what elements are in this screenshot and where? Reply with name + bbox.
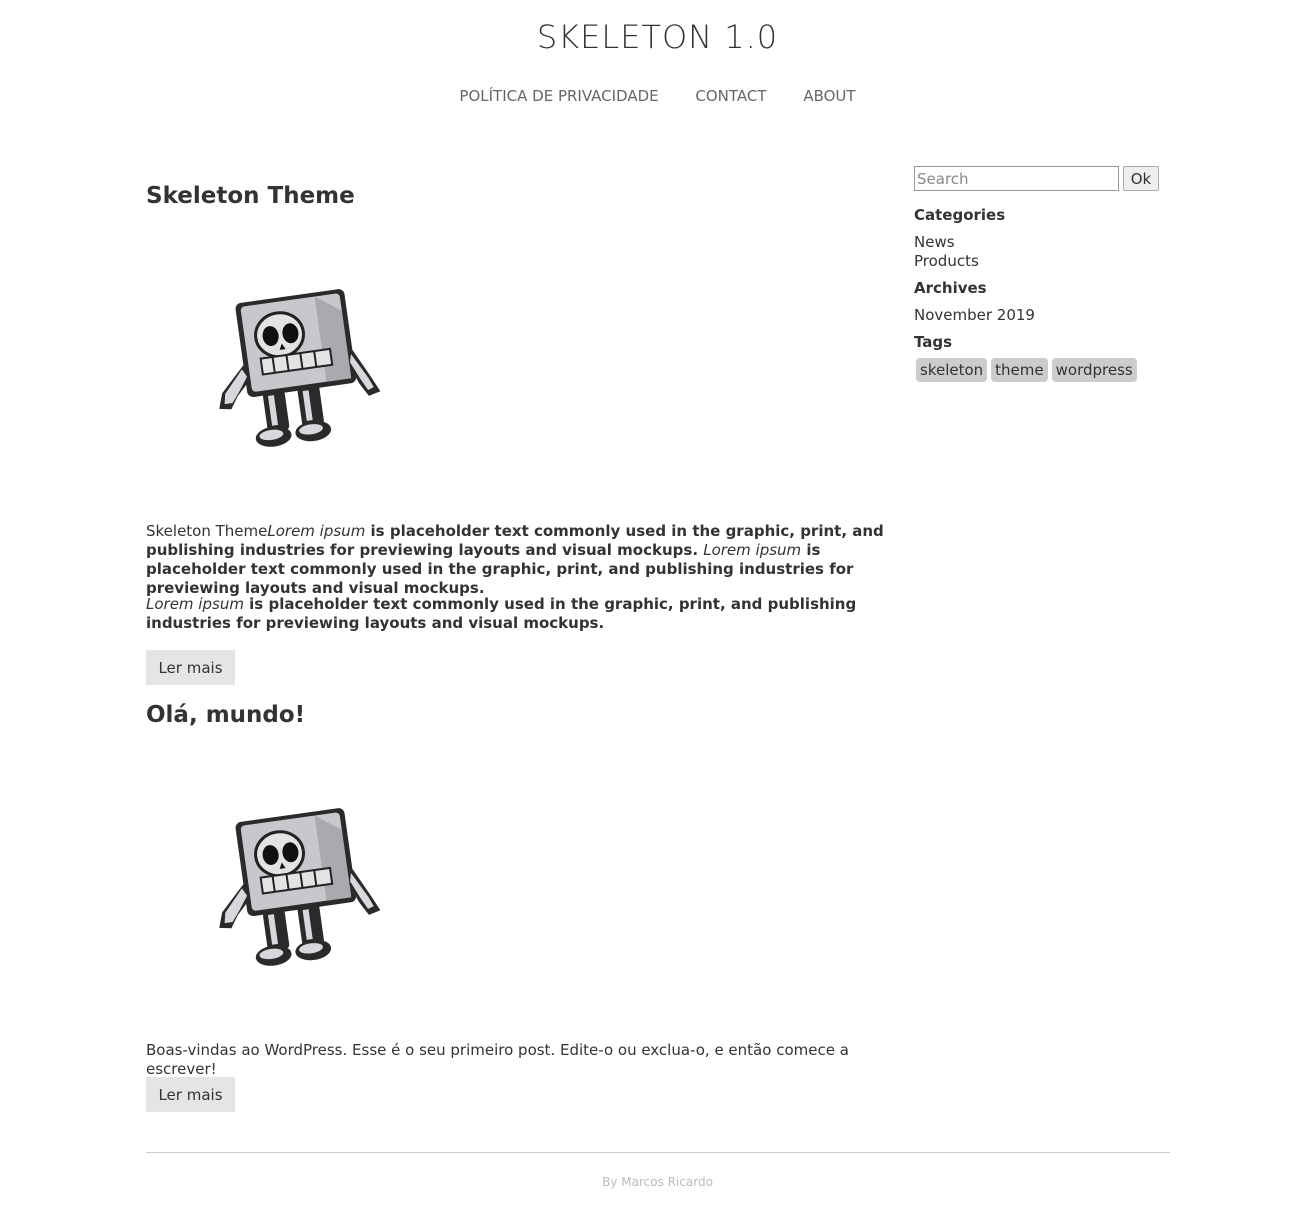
italic-text: Lorem ipsum: [146, 595, 244, 613]
read-more-button[interactable]: Ler mais: [146, 1077, 235, 1112]
category-products[interactable]: Products: [914, 252, 979, 270]
site-title[interactable]: SKELETON 1.0: [0, 18, 1315, 56]
post-intro-text: Skeleton Theme: [146, 522, 268, 540]
main-nav: POLÍTICA DE PRIVACIDADE CONTACT ABOUT: [0, 87, 1315, 105]
footer-credit: By Marcos Ricardo: [602, 1175, 713, 1189]
archive-november-2019[interactable]: November 2019: [914, 306, 1035, 324]
tag-wordpress[interactable]: wordpress: [1051, 358, 1137, 382]
archives-title: Archives: [914, 279, 987, 297]
read-more-button[interactable]: Ler mais: [146, 650, 235, 685]
post-title[interactable]: Skeleton Theme: [146, 183, 355, 209]
tag-theme[interactable]: theme: [991, 358, 1048, 382]
post-paragraph-2: Lorem ipsum is placeholder text commonly…: [146, 595, 886, 633]
post-excerpt: Boas-vindas ao WordPress. Esse é o seu p…: [146, 1041, 849, 1078]
italic-text: Lorem ipsum: [267, 522, 366, 540]
italic-text: Lorem ipsum: [703, 541, 802, 559]
categories-title: Categories: [914, 206, 1006, 224]
footer-divider: [146, 1152, 1170, 1153]
skeleton-pin-image[interactable]: [205, 288, 385, 463]
post-excerpt: Skeleton ThemeLorem ipsum is placeholder…: [146, 522, 886, 598]
tags-title: Tags: [914, 333, 953, 351]
skeleton-pin-image[interactable]: [205, 807, 385, 982]
tag-cloud: skeleton theme wordpress: [916, 358, 1141, 382]
bold-text: is placeholder text commonly used in the…: [146, 595, 857, 632]
sidebar: Ok Categories News Products Archives Nov…: [914, 166, 1174, 382]
nav-item-contact[interactable]: CONTACT: [695, 87, 766, 105]
nav-item-privacy[interactable]: POLÍTICA DE PRIVACIDADE: [459, 87, 658, 105]
nav-item-about[interactable]: ABOUT: [803, 87, 855, 105]
search-input[interactable]: [914, 166, 1119, 191]
search-submit-button[interactable]: Ok: [1123, 166, 1159, 191]
category-news[interactable]: News: [914, 233, 955, 251]
tag-skeleton[interactable]: skeleton: [916, 358, 988, 382]
search-form: Ok: [914, 166, 1174, 191]
post-title[interactable]: Olá, mundo!: [146, 702, 305, 728]
